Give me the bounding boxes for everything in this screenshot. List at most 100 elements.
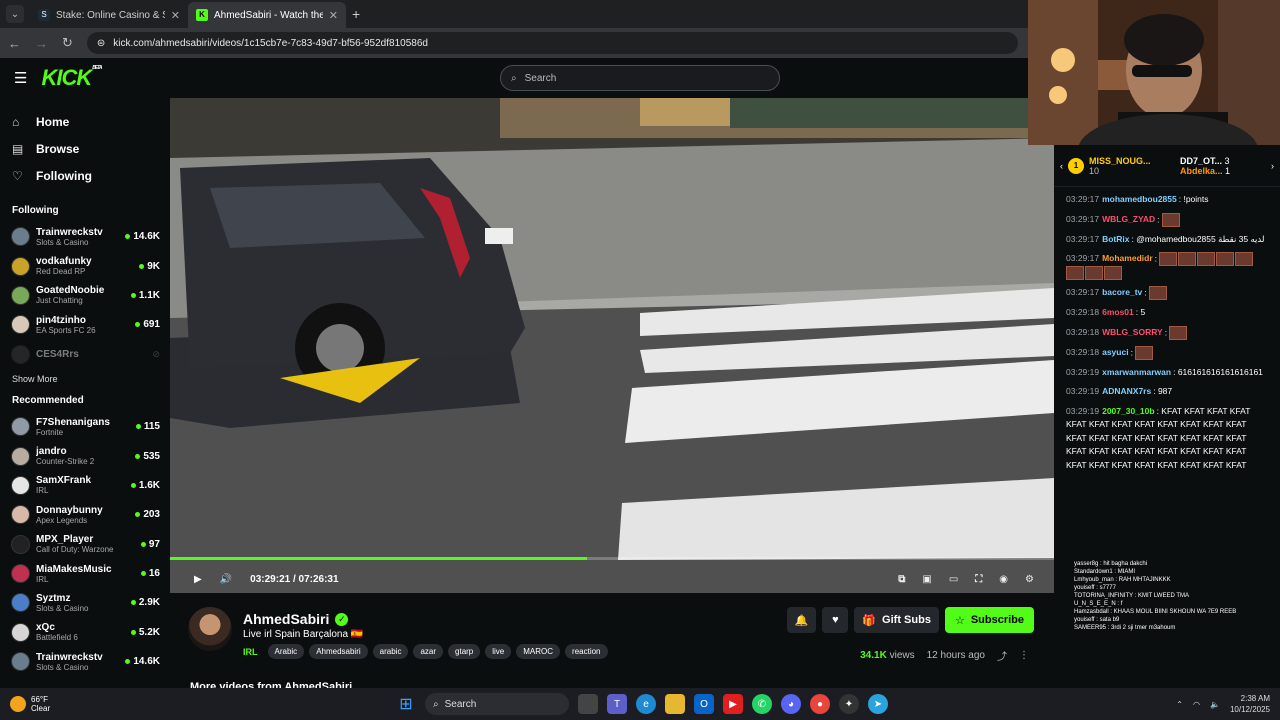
sidebar-channel[interactable]: xQc Battlefield 6 5.2K (0, 618, 170, 647)
site-info-icon[interactable]: ⊜ (97, 38, 105, 49)
app-icon[interactable]: ✦ (839, 694, 859, 714)
sidebar-channel[interactable]: F7Shenanigans Fortnite 115 (0, 412, 170, 441)
taskbar-search[interactable]: ⌕ Search (425, 693, 569, 715)
forward-icon[interactable]: → (35, 36, 48, 51)
chat-username[interactable]: WBLG_SORRY (1102, 327, 1163, 337)
time-display: 03:29:21 / 07:26:31 (250, 573, 339, 585)
theater-icon[interactable]: ▭ (949, 574, 958, 585)
sidebar-channel[interactable]: jandro Counter-Strike 2 535 (0, 441, 170, 470)
windows-start-icon[interactable]: ⊞ (396, 694, 416, 714)
task-view-icon[interactable] (578, 694, 598, 714)
clip-icon[interactable]: ⧉ (898, 574, 905, 585)
kick-logo[interactable]: KICKBETA (41, 65, 102, 91)
sidebar-channel[interactable]: GoatedNoobie Just Chatting 1.1K (0, 281, 170, 310)
gift-subs-button[interactable]: 🎁 Gift Subs (854, 607, 939, 633)
progress-bar[interactable] (170, 557, 1054, 560)
chrome-icon[interactable]: ● (810, 694, 830, 714)
stream-tag[interactable]: reaction (565, 644, 608, 659)
volume-icon[interactable]: 🔈 (1210, 700, 1220, 709)
back-icon[interactable]: ← (8, 36, 21, 51)
sidebar-channel[interactable]: Syztmz Slots & Casino 2.9K (0, 588, 170, 617)
url-field[interactable]: ⊜ kick.com/ahmedsabiri/videos/1c15cb7e-7… (86, 32, 1018, 54)
nav-browse[interactable]: ▤ Browse (12, 135, 158, 162)
reload-icon[interactable]: ↻ (62, 35, 73, 51)
sidebar-channel[interactable]: Donnaybunny Apex Legends 203 (0, 500, 170, 529)
tab-list-button[interactable]: ⌄ (6, 5, 24, 23)
close-tab-icon[interactable]: ✕ (171, 9, 180, 22)
notification-bell-button[interactable]: 🔔 (786, 607, 817, 633)
whatsapp-icon[interactable]: ✆ (752, 694, 772, 714)
sidebar-channel[interactable]: Trainwreckstv Slots & Casino 14.6K (0, 647, 170, 676)
chat-username[interactable]: ADNANX7rs (1102, 386, 1151, 396)
discord-icon[interactable]: ◕ (781, 694, 801, 714)
stream-tag[interactable]: gtarp (448, 644, 481, 659)
chevron-right-icon[interactable]: › (1271, 161, 1274, 171)
sidebar-channel[interactable]: CES4Rrs ⊘ (0, 340, 170, 369)
show-more-link[interactable]: Show More (0, 369, 170, 389)
stream-tag[interactable]: azar (413, 644, 444, 659)
teams-icon[interactable]: T (607, 694, 627, 714)
chat-username[interactable]: BotRix (1102, 234, 1129, 244)
network-icon[interactable]: ◠ (1193, 700, 1200, 709)
chat-username[interactable]: 2007_30_10b (1102, 406, 1154, 416)
nav-home[interactable]: ⌂ Home (12, 108, 158, 135)
streamer-avatar[interactable] (188, 607, 232, 651)
tray-chevron-icon[interactable]: ⌃ (1176, 700, 1183, 709)
viewer-count: 2.9K (130, 597, 160, 608)
chat-username[interactable]: WBLG_ZYAD (1102, 214, 1155, 224)
stream-tag[interactable]: MAROC (516, 644, 561, 659)
browser-tab-stake[interactable]: S Stake: Online Casino & Sports B ✕ (30, 2, 188, 28)
volume-icon[interactable]: 🔊 (220, 574, 232, 585)
stream-tag[interactable]: Ahmedsabiri (309, 644, 368, 659)
nav-following[interactable]: ♡ Following (12, 162, 158, 189)
sidebar-channel[interactable]: pin4tzinho EA Sports FC 26 691 (0, 310, 170, 339)
streamer-name[interactable]: AhmedSabiri (243, 611, 329, 627)
chat-timestamp: 03:29:19 (1066, 386, 1100, 396)
weather-widget[interactable]: 66°F Clear (10, 695, 50, 713)
search-input[interactable]: ⌕ Search (500, 65, 780, 91)
share-icon[interactable]: ⤴ (997, 648, 1007, 663)
edge-icon[interactable]: e (636, 694, 656, 714)
category-link[interactable]: IRL (243, 647, 258, 657)
stream-tag[interactable]: Arabic (267, 644, 305, 659)
browser-tab-kick[interactable]: K AhmedSabiri - Watch the VOD ✕ (188, 2, 346, 28)
sidebar-channel[interactable]: vodkafunky Red Dead RP 9K (0, 251, 170, 280)
chat-username[interactable]: 6mos01 (1102, 307, 1134, 317)
sidebar-channel[interactable]: Trainwreckstv Slots & Casino 14.6K (0, 222, 170, 251)
youtube-icon[interactable]: ▶ (723, 694, 743, 714)
outlook-icon[interactable]: O (694, 694, 714, 714)
channel-name: MiaMakesMusic (36, 563, 112, 575)
sidebar-channel[interactable]: MiaMakesMusic IRL 16 (0, 559, 170, 588)
stream-tag[interactable]: arabic (372, 644, 409, 659)
chat-username[interactable]: bacore_tv (1102, 287, 1142, 297)
play-icon[interactable]: ▶ (194, 574, 202, 585)
chat-username[interactable]: asyuci (1102, 347, 1128, 357)
chat-username[interactable]: Mohamedidr (1102, 253, 1153, 263)
chevron-left-icon[interactable]: ‹ (1060, 161, 1063, 171)
channel-name: F7Shenanigans (36, 416, 110, 428)
video-player[interactable]: ▶ 🔊 03:29:21 / 07:26:31 ⧉ ▣ ▭ ⛶ ◉ ⚙ (170, 98, 1054, 593)
sidebar-channel[interactable]: SamXFrank IRL 1.6K (0, 471, 170, 500)
heart-icon: ♡ (12, 168, 23, 183)
chat-username[interactable]: xmarwanmarwan (1102, 367, 1171, 377)
more-options-icon[interactable]: ⋮ (1019, 650, 1029, 661)
site-header: ☰ KICKBETA ⌕ Search (0, 58, 1028, 98)
chat-message: 03:29:17 bacore_tv: (1066, 286, 1268, 300)
new-tab-icon[interactable]: + (352, 6, 360, 22)
clock[interactable]: 2:38 AM 10/12/2025 (1230, 693, 1270, 715)
live-dot-icon (140, 541, 146, 547)
emote-icon (1161, 212, 1180, 227)
menu-icon[interactable]: ☰ (14, 69, 27, 87)
subscribe-button[interactable]: ☆ Subscribe (944, 607, 1034, 633)
telegram-icon[interactable]: ➤ (868, 694, 888, 714)
file-explorer-icon[interactable] (665, 694, 685, 714)
miniplayer-icon[interactable]: ▣ (922, 574, 931, 585)
follow-button[interactable]: ♥ (822, 607, 849, 633)
sidebar-channel[interactable]: MPX_Player Call of Duty: Warzone 97 (0, 530, 170, 559)
close-tab-icon[interactable]: ✕ (329, 9, 338, 22)
chat-username[interactable]: mohamedbou2855 (1102, 194, 1177, 204)
settings-gear-icon[interactable]: ⚙ (1025, 574, 1034, 585)
fullscreen-icon[interactable]: ⛶ (975, 574, 982, 585)
replay-icon[interactable]: ◉ (999, 574, 1008, 585)
stream-tag[interactable]: live (485, 644, 512, 659)
